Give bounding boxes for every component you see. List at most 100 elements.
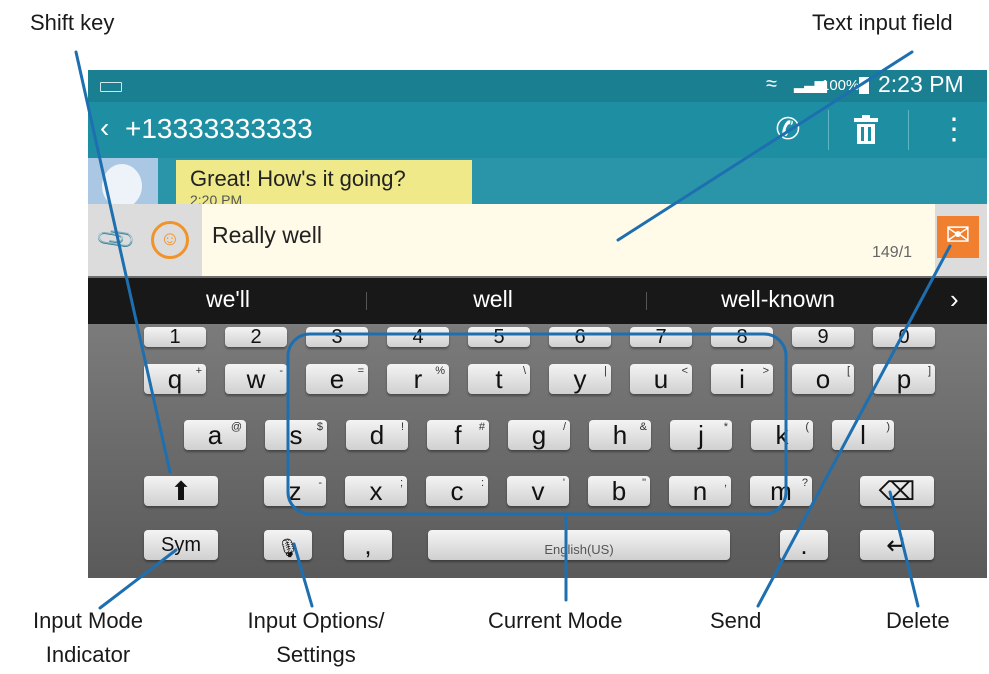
key-secondary-label: # [478,421,485,433]
key-d[interactable]: d! [346,420,408,450]
callout-input-options-line1: Input Options/ [247,608,385,633]
suggestion-word[interactable]: well-known [698,286,858,313]
send-button[interactable]: ✉ [937,216,979,258]
key-secondary-label: ( [805,421,809,433]
key-label: t [495,364,503,394]
avatar [88,158,158,204]
number-key-2[interactable]: 2 [225,327,287,347]
key-label: 7 [655,327,667,347]
key-h[interactable]: h & [589,420,651,450]
key-n[interactable]: n, [669,476,731,506]
text-input-field[interactable]: Really well 149/1 [202,204,935,276]
menu-icon[interactable]: ⋮ [934,110,974,150]
key-c[interactable]: c: [426,476,488,506]
shift-key[interactable]: ⬆ [144,476,218,506]
number-key-8[interactable]: 8 [711,327,773,347]
suggestion-word[interactable]: well [433,286,553,313]
sym-key[interactable]: Sym [144,530,218,560]
number-key-5[interactable]: 5 [468,327,530,347]
comma-key[interactable]: , [344,530,392,560]
number-key-1[interactable]: 1 [144,327,206,347]
back-icon[interactable]: ‹ [100,112,109,144]
key-v[interactable]: v ' [507,476,569,506]
key-label: 4 [412,327,424,347]
key-label: c [450,476,464,506]
key-m[interactable]: m? [750,476,812,506]
key-secondary-label: $ [316,421,323,433]
key-label: i [739,364,745,394]
key-label: 3 [331,327,343,347]
number-key-7[interactable]: 7 [630,327,692,347]
key-z[interactable]: z- [264,476,326,506]
key-x[interactable]: x; [345,476,407,506]
callout-input-options: Input Options/ Settings [226,606,406,670]
callout-text-input-field: Text input field [812,10,953,35]
key-secondary-label: | [604,365,607,377]
number-key-3[interactable]: 3 [306,327,368,347]
key-i[interactable]: i > [711,364,773,394]
key-a[interactable]: a @ [184,420,246,450]
battery-icon [859,77,869,94]
key-label: o [815,364,831,394]
key-w[interactable]: w- [225,364,287,394]
backspace-key[interactable]: ⌫ [860,476,934,506]
key-label: b [611,476,627,506]
number-key-6[interactable]: 6 [549,327,611,347]
delete-icon[interactable] [846,110,886,150]
key-label: a [207,420,223,450]
callout-current-mode: Current Mode [488,608,623,633]
emoticon-icon[interactable]: ☺ [151,221,189,259]
callout-input-mode-line1: Input Mode [32,608,144,633]
phone-icon[interactable]: ✆ [768,110,808,150]
key-u[interactable]: u < [630,364,692,394]
key-secondary-label: > [762,365,769,377]
period-key[interactable]: . [780,530,828,560]
key-secondary-label: ! [400,421,404,433]
key-secondary-label: - [318,477,322,489]
divider [828,110,829,150]
key-label: j [698,420,704,450]
key-q[interactable]: q + [144,364,206,394]
key-g[interactable]: g / [508,420,570,450]
number-key-9[interactable]: 9 [792,327,854,347]
key-label: e [329,364,345,394]
key-f[interactable]: f # [427,420,489,450]
key-label: s [289,420,303,450]
callout-input-mode-indicator: Input Mode Indicator [14,606,162,670]
divider [908,110,909,150]
key-o[interactable]: o[ [792,364,854,394]
key-label: 2 [250,327,262,347]
suggestion-word[interactable]: we'll [168,286,288,313]
key-j[interactable]: j * [670,420,732,450]
mic-key[interactable]: 🎙 [264,530,312,560]
number-key-4[interactable]: 4 [387,327,449,347]
contact-number: +13333333333 [125,113,313,144]
enter-key[interactable]: ↵ [860,530,934,560]
attach-icon[interactable]: 📎 [94,217,139,262]
space-language-label: English(US) [544,542,614,557]
key-k[interactable]: k( [751,420,813,450]
message-thread: Great! How's it going? 2:20 PM [88,158,987,204]
key-s[interactable]: s $ [265,420,327,450]
key-label: 6 [574,327,586,347]
key-secondary-label: * [723,421,728,433]
more-suggestions-icon[interactable]: › [950,284,959,315]
key-label: q [167,364,183,394]
key-label: u [653,364,669,394]
key-e[interactable]: e = [306,364,368,394]
message-input-text[interactable]: Really well [212,222,322,249]
key-t[interactable]: t \ [468,364,530,394]
key-b[interactable]: b " [588,476,650,506]
callout-input-options-line2: Settings [276,642,356,667]
key-secondary-label: \ [522,365,526,377]
space-key[interactable]: English(US) [428,530,730,560]
number-key-0[interactable]: 0 [873,327,935,347]
key-secondary-label: - [279,365,283,377]
key-l[interactable]: l) [832,420,894,450]
key-p[interactable]: p] [873,364,935,394]
key-label: 1 [169,327,181,347]
key-secondary-label: : [480,477,484,489]
message-bubble: Great! How's it going? 2:20 PM [176,160,472,204]
key-y[interactable]: y | [549,364,611,394]
key-r[interactable]: r% [387,364,449,394]
